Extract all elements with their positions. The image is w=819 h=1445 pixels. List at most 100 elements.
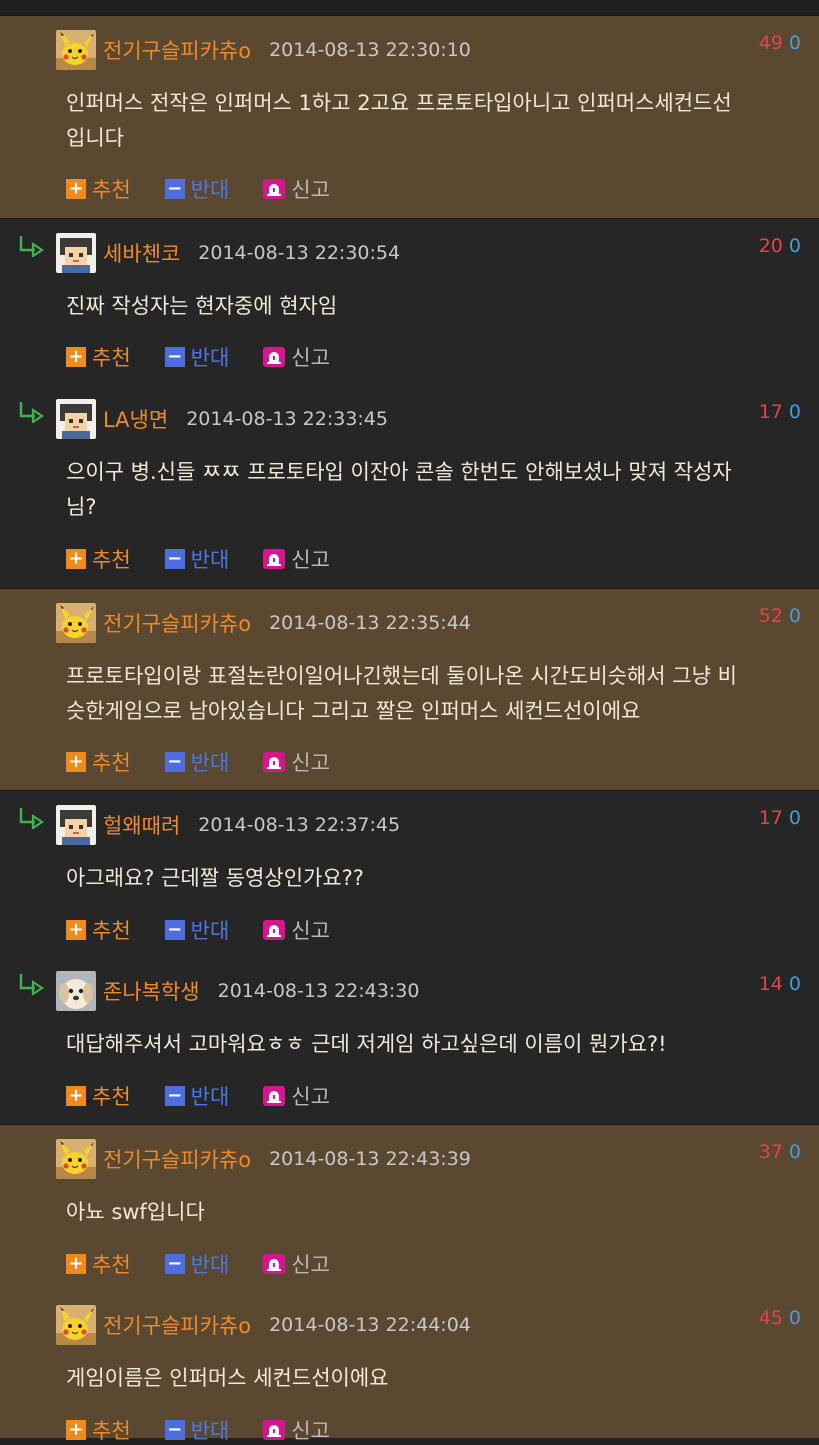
comment-text: 아그래요? 근데짤 동영상인가요??: [66, 861, 799, 896]
avatar[interactable]: [56, 399, 96, 439]
comment-date: 2014-08-13 22:33:45: [186, 408, 388, 430]
minus-icon: −: [164, 752, 185, 772]
comment-actions: + 추천 − 반대 신고: [66, 1249, 364, 1279]
avatar[interactable]: [56, 233, 96, 273]
recommend-button[interactable]: + 추천: [66, 1415, 131, 1445]
comment-text: 대답해주셔서 고마워요ㅎㅎ 근데 저게임 하고싶은데 이름이 뭔가요?!: [66, 1027, 799, 1062]
comment-text: 아뇨 swf입니다: [66, 1195, 799, 1230]
comment-text-line: 게임이름은 인퍼머스 세컨드선이에요: [66, 1366, 389, 1390]
report-button[interactable]: 신고: [263, 915, 330, 945]
oppose-button[interactable]: − 반대: [164, 915, 229, 945]
comment-text-line: 아뇨 swf입니다: [66, 1200, 205, 1224]
oppose-button[interactable]: − 반대: [164, 1415, 230, 1445]
recommend-button[interactable]: + 추천: [66, 1081, 131, 1111]
downvote-count: 0: [788, 605, 801, 627]
upvote-count: 52: [758, 605, 783, 627]
oppose-button[interactable]: − 반대: [164, 174, 229, 204]
report-button[interactable]: 신고: [263, 1249, 330, 1279]
vote-count: 45 0: [759, 1307, 801, 1329]
comment-actions: + 추천 − 반대 신고: [66, 1081, 364, 1111]
report-label: 신고: [291, 751, 330, 775]
oppose-label: 반대: [190, 346, 230, 370]
avatar[interactable]: [56, 603, 96, 643]
oppose-button[interactable]: − 반대: [164, 747, 229, 777]
minus-icon: −: [164, 179, 185, 199]
report-label: 신고: [291, 1085, 330, 1109]
oppose-label: 반대: [190, 548, 230, 572]
report-button[interactable]: 신고: [263, 174, 330, 204]
report-button[interactable]: 신고: [263, 747, 330, 777]
recommend-label: 추천: [92, 178, 131, 202]
comment-date: 2014-08-13 22:35:44: [269, 612, 471, 634]
oppose-button[interactable]: − 반대: [164, 342, 230, 372]
nickname[interactable]: LA냉면: [103, 404, 168, 434]
oppose-button[interactable]: − 반대: [164, 1249, 229, 1279]
comment-header: 전기구슬피카츄o 2014-08-13 22:35:44: [56, 603, 471, 643]
comment-actions: + 추천 − 반대 신고: [66, 342, 364, 372]
downvote-count: 0: [788, 973, 801, 995]
recommend-button[interactable]: + 추천: [66, 915, 131, 945]
vote-count: 52 0: [759, 605, 801, 627]
recommend-button[interactable]: + 추천: [66, 342, 131, 372]
recommend-button[interactable]: + 추천: [66, 544, 131, 574]
plus-icon: +: [66, 920, 86, 940]
downvote-count: 0: [788, 1141, 801, 1163]
comment-text: 프로토타입이랑 표절논란이일어나긴했는데 둘이나온 시간도비슷해서 그냥 비 슷한…: [66, 659, 799, 729]
minus-icon: −: [164, 1420, 185, 1440]
upvote-count: 14: [758, 973, 783, 995]
comment-header: 헐왜때려 2014-08-13 22:37:45: [56, 805, 400, 845]
comment-date: 2014-08-13 22:30:54: [198, 242, 401, 264]
comment-item: 전기구슬피카츄o 2014-08-13 22:30:10 49 0 인퍼머스 전작은 인…: [0, 16, 819, 218]
comment-header: 전기구슬피카츄o 2014-08-13 22:30:10: [56, 30, 471, 70]
oppose-button[interactable]: − 반대: [164, 544, 230, 574]
recommend-button[interactable]: + 추천: [66, 174, 131, 204]
nickname[interactable]: 전기구슬피카츄o: [103, 1144, 251, 1174]
recommend-button[interactable]: + 추천: [66, 747, 131, 777]
minus-icon: −: [164, 347, 185, 367]
nickname[interactable]: 헐왜때려: [103, 810, 180, 840]
report-button[interactable]: 신고: [263, 544, 330, 574]
nickname[interactable]: 전기구슬피카츄o: [103, 1310, 251, 1340]
minus-icon: −: [164, 1254, 185, 1274]
avatar[interactable]: [56, 30, 96, 70]
nickname[interactable]: 전기구슬피카츄o: [103, 608, 251, 638]
reply-arrow-icon: [18, 401, 44, 425]
report-label: 신고: [291, 548, 330, 572]
comment-text: 진짜 작성자는 현자중에 현자임: [66, 289, 799, 324]
avatar[interactable]: [56, 805, 96, 845]
comment-text-line: 으이구 병.신들 ㅉㅉ 프로토타입 이잔아 콘솔 한번도 안해보셨나 맞져 작성…: [66, 460, 732, 484]
comment-item: LA냉면 2014-08-13 22:33:45 17 0 으이구 병.신들 ㅉㅉ 프로…: [0, 385, 819, 588]
comment-text: 게임이름은 인퍼머스 세컨드선이에요: [66, 1361, 799, 1396]
comment-actions: + 추천 − 반대 신고: [66, 544, 364, 574]
comment-item: 전기구슬피카츄o 2014-08-13 22:35:44 52 0 프로토타입이랑 표절…: [0, 588, 819, 790]
plus-icon: +: [66, 752, 86, 772]
siren-icon: [263, 179, 286, 199]
recommend-button[interactable]: + 추천: [66, 1249, 131, 1279]
avatar[interactable]: [56, 1305, 96, 1345]
comment-header: 전기구슬피카츄o 2014-08-13 22:43:39: [56, 1139, 471, 1179]
report-button[interactable]: 신고: [263, 1081, 330, 1111]
plus-icon: +: [66, 549, 86, 569]
nickname[interactable]: 존나복학생: [103, 976, 200, 1006]
nickname[interactable]: 세바첸코: [103, 238, 180, 268]
comment-date: 2014-08-13 22:37:45: [198, 814, 401, 836]
downvote-count: 0: [788, 235, 801, 257]
recommend-label: 추천: [92, 548, 131, 572]
avatar[interactable]: [56, 1139, 96, 1179]
avatar[interactable]: [56, 971, 96, 1011]
comment-header: LA냉면 2014-08-13 22:33:45: [56, 399, 388, 439]
comment-item: 전기구슬피카츄o 2014-08-13 22:44:04 45 0 게임이름은 인퍼머스…: [0, 1291, 819, 1443]
downvote-count: 0: [788, 401, 801, 423]
oppose-button[interactable]: − 반대: [164, 1081, 229, 1111]
recommend-label: 추천: [92, 346, 131, 370]
comment-date: 2014-08-13 22:30:10: [269, 39, 471, 61]
oppose-label: 반대: [190, 1419, 230, 1443]
comment-date: 2014-08-13 22:43:30: [217, 980, 420, 1002]
nickname[interactable]: 전기구슬피카츄o: [103, 35, 251, 65]
comment-actions: + 추천 − 반대 신고: [66, 1415, 364, 1445]
report-button[interactable]: 신고: [263, 1415, 330, 1445]
comment-date: 2014-08-13 22:44:04: [269, 1314, 471, 1336]
report-button[interactable]: 신고: [263, 342, 330, 372]
recommend-label: 추천: [92, 751, 131, 775]
downvote-count: 0: [788, 1307, 801, 1329]
